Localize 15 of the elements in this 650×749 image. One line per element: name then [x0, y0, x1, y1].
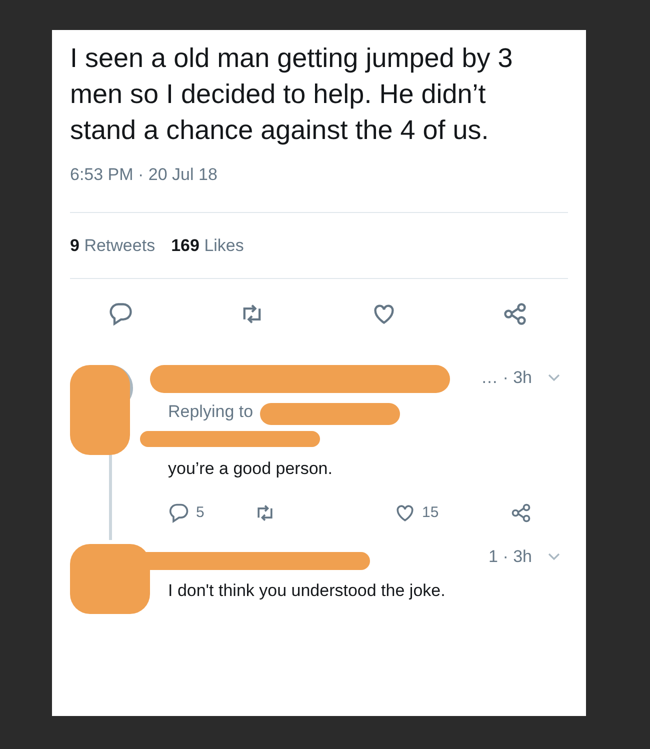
tweet-text: I seen a old man getting jumped by 3 men so I decided to help. He didn’t stand a chance against the 4 of us. — [70, 42, 514, 147]
share-icon[interactable] — [502, 301, 528, 327]
replying-to: Replying to — [168, 402, 254, 420]
reply-icon[interactable] — [108, 301, 134, 327]
reply-meta: 1 · 3h — [488, 546, 532, 568]
stat-link[interactable]: 169 Likes — [171, 232, 244, 258]
stat-link[interactable]: 9 Retweets — [70, 232, 156, 258]
timestamp: 6:53 PM · 20 Jul 18 — [70, 164, 218, 186]
reply-icon[interactable] — [168, 502, 190, 524]
action-count: 15 — [422, 502, 439, 522]
reply-meta: … · 3h — [480, 367, 532, 389]
reply-text: I don't think you understood the joke. — [168, 580, 446, 602]
share-icon[interactable] — [510, 502, 532, 524]
action-count: 5 — [196, 502, 204, 522]
reply-text: you’re a good person. — [168, 458, 334, 480]
